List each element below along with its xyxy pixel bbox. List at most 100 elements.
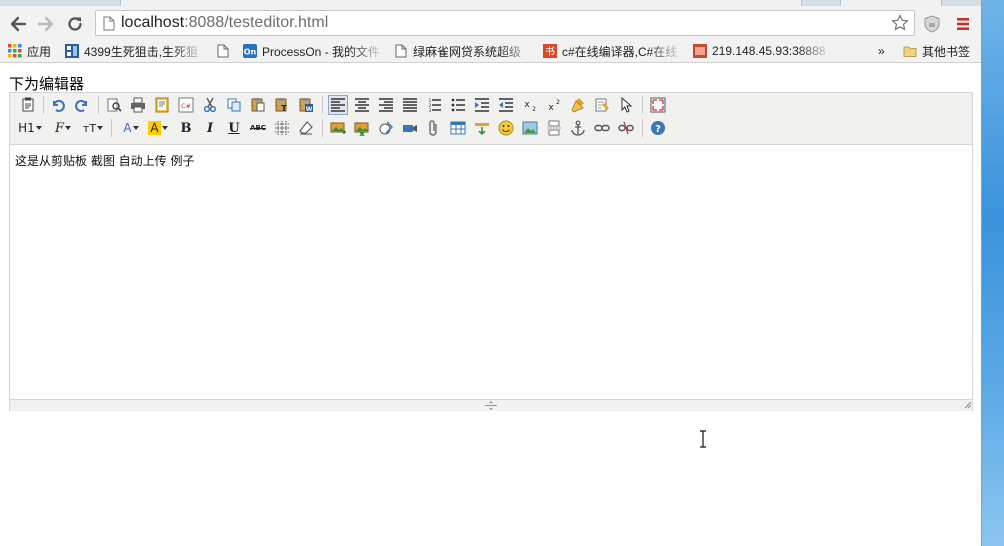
image-icon [522, 121, 538, 135]
justify-icon [403, 98, 417, 112]
bold-button[interactable]: B [176, 118, 196, 138]
outdent-button[interactable] [496, 95, 516, 115]
superscript-button[interactable]: x2 [544, 95, 564, 115]
back-button[interactable] [7, 13, 29, 35]
bookmark-star-icon[interactable] [891, 14, 909, 32]
folder-icon [903, 46, 917, 57]
help-button[interactable]: ? [648, 118, 668, 138]
bookmark-other[interactable]: 其他书签 [903, 43, 979, 59]
code-icon: C# [178, 97, 194, 113]
horizontal-rule-button[interactable] [472, 118, 492, 138]
svg-text:On: On [244, 48, 257, 57]
clear-format-button[interactable] [568, 95, 588, 115]
paste-word-button[interactable]: W [296, 95, 316, 115]
bookmark-overflow[interactable]: » [878, 43, 892, 59]
svg-text:x: x [548, 103, 554, 113]
insert-table-button[interactable] [448, 118, 468, 138]
insert-image-button[interactable] [520, 118, 540, 138]
justify-button[interactable] [400, 95, 420, 115]
bookmark-lvmaque[interactable]: 绿麻雀网贷系统超级 [394, 43, 534, 59]
link-button[interactable] [592, 118, 612, 138]
font-family-dropdown[interactable]: F [51, 118, 75, 138]
horizontal-rule-icon [475, 123, 489, 136]
unordered-list-button[interactable] [448, 95, 468, 115]
attachment-button[interactable] [424, 118, 444, 138]
scrawl-button[interactable] [376, 118, 396, 138]
insert-row-button[interactable] [328, 118, 348, 138]
insert-video-button[interactable] [400, 118, 420, 138]
reload-button[interactable] [64, 13, 86, 35]
overflow-chevron: » [878, 44, 885, 58]
highlight-color-button[interactable]: A [146, 118, 170, 138]
emoticon-button[interactable] [496, 118, 516, 138]
paste-text-button[interactable]: T [272, 95, 292, 115]
align-center-button[interactable] [352, 95, 372, 115]
bookmark-apps[interactable]: 应用 [8, 43, 56, 59]
menu-button[interactable] [952, 13, 974, 35]
ordered-list-icon: 123 [429, 98, 441, 113]
bookmark-label: 219.148.45.93:38888 [712, 44, 826, 58]
font-size-dropdown[interactable]: тT [80, 118, 106, 138]
toolbar-separator [98, 96, 99, 114]
editor-resize-bar[interactable] [10, 399, 972, 411]
insert-gallery-button[interactable] [352, 118, 372, 138]
font-color-button[interactable]: A [120, 118, 142, 138]
fullscreen-icon [650, 97, 666, 113]
bookmark-csharp-compiler[interactable]: 书 c#在线编译器,C#在线 [543, 43, 683, 59]
forward-arrow-icon [37, 16, 54, 32]
bookmark-label: 应用 [27, 44, 52, 59]
undo-button[interactable] [48, 95, 68, 115]
ordered-list-button[interactable]: 123 [424, 95, 444, 115]
select-all-button[interactable] [616, 95, 636, 115]
copy-button[interactable] [224, 95, 244, 115]
superscript-icon: x2 [548, 99, 560, 113]
template-button[interactable] [152, 95, 172, 115]
subscript-button[interactable]: x2 [520, 95, 540, 115]
highlight-label: A [148, 121, 161, 135]
align-left-button[interactable] [328, 95, 348, 115]
eraser-icon [299, 121, 313, 135]
address-bar[interactable]: localhost:8088/testeditor.html [95, 10, 915, 36]
table-border-button[interactable] [272, 118, 292, 138]
source-button[interactable] [18, 95, 38, 115]
align-right-button[interactable] [376, 95, 396, 115]
editor-content-area[interactable]: 这是从剪贴板 截图 自动上传 例子 [10, 144, 972, 399]
page-icon [217, 44, 229, 58]
heading-dropdown[interactable]: H1 [16, 118, 44, 138]
bookmark-label: c#在线编译器,C#在线 [562, 44, 678, 59]
fullscreen-button[interactable] [648, 95, 668, 115]
font-color-label: A [123, 121, 132, 135]
copy-icon [227, 98, 241, 112]
code-button[interactable]: C# [176, 95, 196, 115]
extension-button[interactable] [921, 13, 943, 35]
indent-button[interactable] [472, 95, 492, 115]
page-break-button[interactable] [544, 118, 564, 138]
bookmark-4399[interactable]: 4399生死狙击,生死狙 [65, 43, 205, 59]
bookmark-processon[interactable]: On ProcessOn - 我的文件 [243, 43, 385, 59]
toolbar-separator [642, 96, 643, 114]
corner-resize-icon[interactable] [964, 401, 972, 409]
italic-label: I [206, 120, 214, 136]
resize-handle-icon[interactable] [485, 401, 497, 410]
strikethrough-button[interactable]: ABC [248, 118, 268, 138]
anchor-button[interactable] [568, 118, 588, 138]
print-button[interactable] [128, 95, 148, 115]
forward-button[interactable] [35, 13, 57, 35]
editor-text[interactable]: 这是从剪贴板 截图 自动上传 例子 [15, 152, 194, 169]
cut-button[interactable] [200, 95, 220, 115]
unordered-list-icon [451, 98, 465, 112]
eraser-button[interactable] [296, 118, 316, 138]
format-painter-button[interactable] [592, 95, 612, 115]
book-icon: 书 [543, 44, 557, 58]
bookmark-page[interactable] [216, 43, 232, 59]
brush-icon [571, 98, 584, 113]
redo-button[interactable] [72, 95, 92, 115]
paste-button[interactable] [248, 95, 268, 115]
toolbar-separator [322, 119, 323, 137]
italic-button[interactable]: I [200, 118, 220, 138]
preview-button[interactable] [104, 95, 124, 115]
unlink-button[interactable] [616, 118, 636, 138]
help-icon: ? [651, 121, 665, 135]
underline-button[interactable]: U [224, 118, 244, 138]
bookmark-ip[interactable]: 219.148.45.93:38888 [693, 43, 833, 59]
